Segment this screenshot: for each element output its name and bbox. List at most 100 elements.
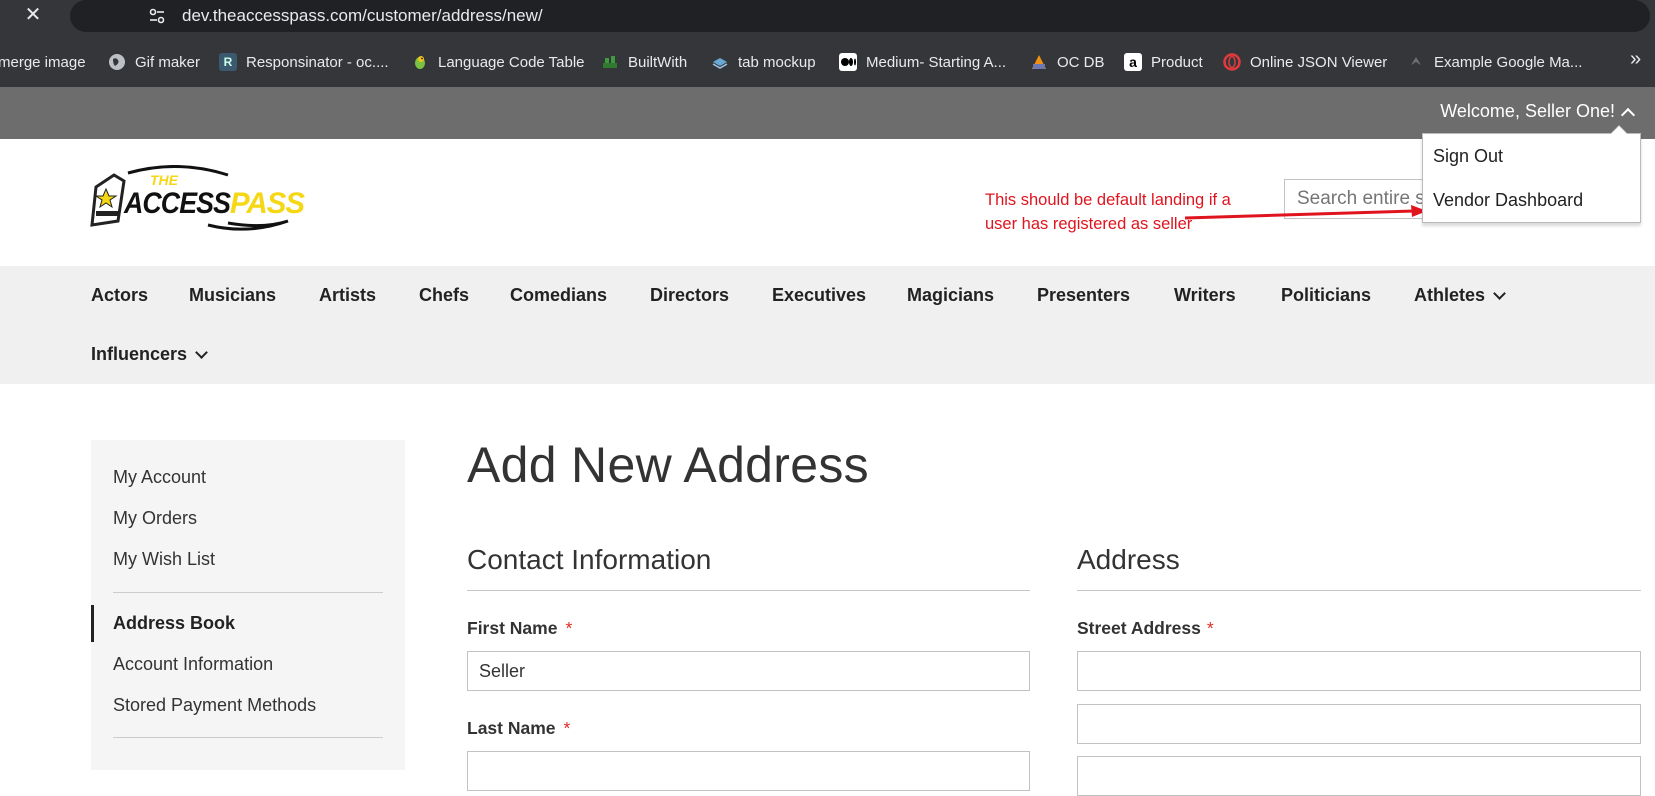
- nav-label: Writers: [1174, 285, 1236, 305]
- sidebar-divider: [113, 737, 383, 738]
- site-logo[interactable]: THE ACCESS PASS: [88, 165, 306, 233]
- panel-header: Welcome, Seller One!: [0, 87, 1655, 139]
- bookmark-item[interactable]: BuiltWith: [601, 50, 687, 74]
- layers-icon: [711, 53, 729, 71]
- r-icon: R: [219, 53, 237, 71]
- bookmark-item[interactable]: tab mockup: [711, 50, 816, 74]
- bookmark-item[interactable]: merge image: [0, 50, 86, 74]
- first-name-input[interactable]: [468, 652, 1029, 690]
- bookmark-item[interactable]: a Product: [1124, 50, 1203, 74]
- contact-information-legend: Contact Information: [467, 544, 712, 575]
- globe-icon: [108, 53, 126, 71]
- sidebar-item-my-account[interactable]: My Account: [113, 467, 206, 488]
- nav-label: Directors: [650, 285, 730, 305]
- nav-item-actors[interactable]: Actors: [91, 285, 148, 306]
- more-bookmarks-icon[interactable]: »: [1630, 48, 1641, 71]
- logo-text-the: THE: [150, 172, 179, 188]
- main-navigation: Actors Musicians Artists Chefs Comedians…: [0, 266, 1655, 384]
- annotation-arrow-icon: [1185, 205, 1427, 220]
- chevron-down-icon: [1493, 287, 1506, 300]
- vendor-dashboard-link[interactable]: Vendor Dashboard: [1423, 178, 1640, 222]
- first-name-label-text: First Name: [467, 618, 558, 638]
- nav-label: Athletes: [1414, 285, 1486, 305]
- required-marker: *: [563, 718, 571, 738]
- nav-label: Presenters: [1037, 285, 1131, 305]
- last-name-label-text: Last Name: [467, 718, 556, 738]
- street-address-line-3-field[interactable]: [1077, 756, 1641, 796]
- street-address-line-1-field[interactable]: [1077, 651, 1641, 691]
- nav-item-influencers[interactable]: Influencers: [91, 344, 208, 365]
- nav-item-presenters[interactable]: Presenters: [1037, 285, 1130, 306]
- street-address-line-3-input[interactable]: [1078, 757, 1640, 795]
- bookmark-item[interactable]: Online JSON Viewer: [1223, 50, 1387, 74]
- sign-out-link[interactable]: Sign Out: [1423, 134, 1640, 178]
- last-name-input[interactable]: [468, 752, 1029, 790]
- bookmark-label: BuiltWith: [628, 53, 688, 71]
- first-name-field[interactable]: [467, 651, 1030, 691]
- sidebar-current-indicator: [91, 605, 94, 642]
- address-legend: Address: [1077, 544, 1180, 575]
- welcome-text: Welcome, Seller One!: [1440, 101, 1615, 121]
- street-address-label-text: Street Address: [1077, 618, 1201, 638]
- sidebar-item-address-book: Address Book: [113, 613, 236, 633]
- nav-label: Musicians: [189, 285, 277, 305]
- bookmark-label: merge image: [0, 53, 86, 71]
- nav-item-comedians[interactable]: Comedians: [510, 285, 607, 306]
- account-sidebar: My Account My Orders My Wish List Addres…: [91, 440, 405, 770]
- nav-item-writers[interactable]: Writers: [1174, 285, 1236, 306]
- pma-icon: [1030, 53, 1048, 71]
- nav-item-directors[interactable]: Directors: [650, 285, 729, 306]
- bookmark-item[interactable]: Language Code Table: [411, 50, 585, 74]
- amazon-icon: a: [1124, 53, 1142, 71]
- browser-address-bar: ✕ dev.theaccesspass.com/customer/address…: [0, 0, 1655, 32]
- street-address-line-2-input[interactable]: [1078, 705, 1640, 743]
- site-settings-icon[interactable]: [148, 7, 166, 25]
- street-address-line-2-field[interactable]: [1077, 704, 1641, 744]
- bookmark-item[interactable]: Gif maker: [108, 50, 200, 74]
- nav-item-musicians[interactable]: Musicians: [189, 285, 276, 306]
- nav-label: Actors: [91, 285, 149, 305]
- sidebar-item-account-information[interactable]: Account Information: [113, 654, 273, 675]
- builtwith-icon: [601, 53, 619, 71]
- nav-label: Influencers: [91, 344, 188, 364]
- sidebar-item-stored-payment-methods[interactable]: Stored Payment Methods: [113, 695, 316, 716]
- json-icon: [1223, 53, 1241, 71]
- first-name-label: First Name *: [467, 618, 572, 639]
- bookmark-label: tab mockup: [738, 53, 816, 71]
- street-address-line-1-input[interactable]: [1078, 652, 1640, 690]
- url-text[interactable]: dev.theaccesspass.com/customer/address/n…: [182, 6, 543, 26]
- bookmark-label: Medium- Starting A...: [866, 53, 1007, 71]
- maps-icon: [1407, 53, 1425, 71]
- nav-item-magicians[interactable]: Magicians: [907, 285, 994, 306]
- nav-item-politicians[interactable]: Politicians: [1281, 285, 1371, 306]
- nav-item-athletes[interactable]: Athletes: [1414, 285, 1506, 306]
- nav-item-chefs[interactable]: Chefs: [419, 285, 469, 306]
- bookmark-item[interactable]: OC DB: [1030, 50, 1105, 74]
- nav-item-artists[interactable]: Artists: [319, 285, 376, 306]
- nav-item-executives[interactable]: Executives: [772, 285, 866, 306]
- nav-label: Artists: [319, 285, 377, 305]
- last-name-label: Last Name *: [467, 718, 570, 739]
- svg-text:PASS: PASS: [230, 187, 305, 220]
- close-icon[interactable]: ✕: [22, 4, 44, 26]
- bookmark-item[interactable]: Medium- Starting A...: [839, 50, 1006, 74]
- sidebar-item-my-wish-list[interactable]: My Wish List: [113, 549, 215, 570]
- welcome-toggle[interactable]: Welcome, Seller One!: [1440, 101, 1636, 122]
- contact-legend-divider: [467, 590, 1030, 591]
- page-title: Add New Address: [467, 437, 869, 493]
- sidebar-item-my-orders[interactable]: My Orders: [113, 508, 197, 529]
- omnibox[interactable]: dev.theaccesspass.com/customer/address/n…: [70, 0, 1650, 32]
- bookmark-label: Example Google Ma...: [1434, 53, 1583, 71]
- bookmark-item[interactable]: Example Google Ma...: [1407, 50, 1582, 74]
- bookmark-item[interactable]: R Responsinator - oc....: [219, 50, 389, 74]
- last-name-field[interactable]: [467, 751, 1030, 791]
- required-marker: *: [1206, 618, 1214, 638]
- nav-label: Chefs: [419, 285, 470, 305]
- sidebar-divider: [113, 592, 383, 593]
- bookmarks-bar: merge image Gif maker R Responsinator - …: [0, 32, 1655, 87]
- address-legend-divider: [1077, 590, 1641, 591]
- bookmark-label: OC DB: [1057, 53, 1105, 71]
- bookmark-label: Gif maker: [135, 53, 201, 71]
- bookmark-label: Language Code Table: [438, 53, 585, 71]
- account-dropdown: Sign Out Vendor Dashboard: [1422, 125, 1641, 223]
